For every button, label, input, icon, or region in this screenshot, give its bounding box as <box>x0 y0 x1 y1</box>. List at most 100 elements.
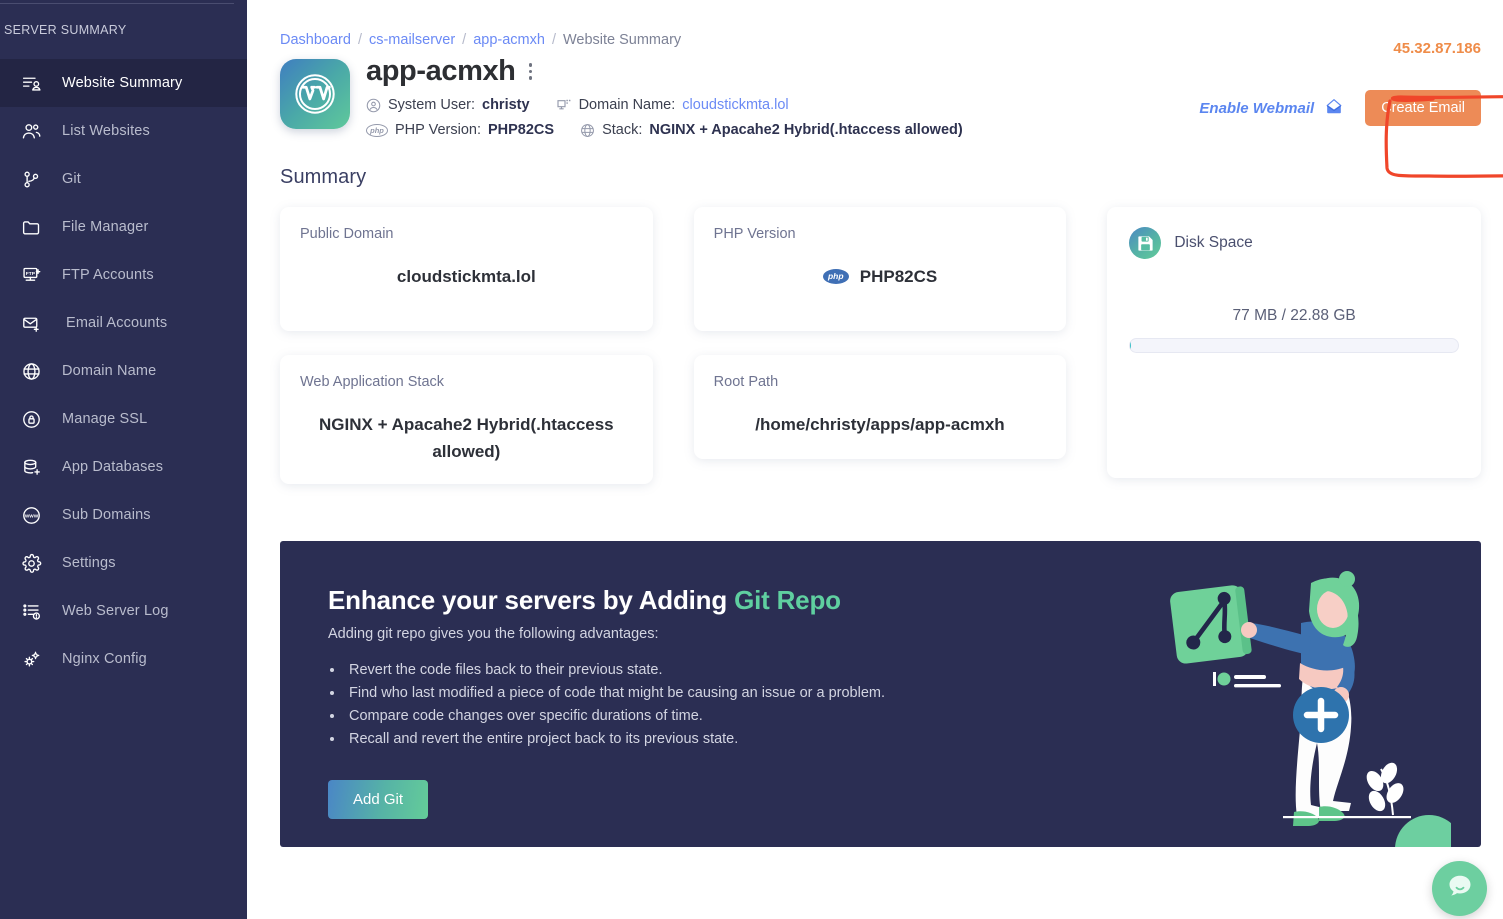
card-value: /home/christy/apps/app-acmxh <box>755 415 1005 434</box>
summary-cards: Public Domain cloudstickmta.lol Web Appl… <box>280 207 1481 484</box>
card-web-application-stack: Web Application Stack NGINX + Apacahe2 H… <box>280 355 653 484</box>
sidebar-item-label: Domain Name <box>62 363 157 379</box>
sidebar-item-sub-domains[interactable]: WWW Sub Domains <box>0 491 247 539</box>
sidebar-item-label: Manage SSL <box>62 411 148 427</box>
meta-label: Domain Name: <box>578 97 676 113</box>
meta-value: NGINX + Apacahe2 Hybrid(.htaccess allowe… <box>649 122 963 138</box>
disk-space-header: Disk Space <box>1129 227 1459 259</box>
sidebar-item-app-databases[interactable]: App Databases <box>0 443 247 491</box>
monitor-icon <box>556 97 572 113</box>
lock-circle-icon <box>0 409 62 430</box>
user-circle-icon <box>366 98 381 113</box>
app-root: SERVER SUMMARY Website Summary List Websi… <box>0 0 1503 919</box>
breadcrumb-separator: / <box>357 32 362 48</box>
breadcrumb-item-2[interactable]: cs-mailserver <box>369 32 455 48</box>
sidebar-item-label: Sub Domains <box>62 507 151 523</box>
disk-usage-text: 77 MB / 22.88 GB <box>1232 307 1356 324</box>
sidebar-item-domain-name[interactable]: Domain Name <box>0 347 247 395</box>
php-icon: php <box>366 123 388 137</box>
meta-value: PHP82CS <box>487 122 555 138</box>
globe-icon <box>580 123 595 138</box>
enable-webmail-button[interactable]: Enable Webmail <box>1193 86 1352 130</box>
breadcrumb-item-4: Website Summary <box>562 32 682 48</box>
breadcrumb-item-3[interactable]: app-acmxh <box>473 32 545 48</box>
meta-label: System User: <box>388 97 476 113</box>
sidebar-item-label: Web Server Log <box>62 603 169 619</box>
summary-title: Summary <box>280 166 367 188</box>
chat-widget-button[interactable] <box>1432 861 1487 916</box>
svg-text:WWW: WWW <box>24 513 38 519</box>
sidebar-heading: SERVER SUMMARY <box>4 23 127 37</box>
card-value: PHP82CS <box>859 267 938 286</box>
sidebar-item-label: Settings <box>62 555 116 571</box>
breadcrumb-separator: / <box>462 32 467 48</box>
meta-domain-name: Domain Name: cloudstickmta.lol <box>556 97 789 113</box>
git-heading-main: Enhance your servers by Adding <box>328 585 728 615</box>
card-value-wrapper: php PHP82CS <box>714 263 1047 290</box>
git-branch-icon <box>0 169 62 190</box>
card-label: PHP Version <box>713 226 796 242</box>
sidebar-item-settings[interactable]: Settings <box>0 539 247 587</box>
meta-stack: Stack: NGINX + Apacahe2 Hybrid(.htaccess… <box>580 122 963 138</box>
domain-name-link[interactable]: cloudstickmta.lol <box>682 97 788 113</box>
sidebar-item-email-accounts[interactable]: Email Accounts <box>0 299 247 347</box>
meta-php-version: php PHP Version: PHP82CS <box>366 122 554 138</box>
sidebar-item-label: File Manager <box>62 219 149 235</box>
meta-value: christy <box>482 97 530 113</box>
www-circle-icon: WWW <box>0 505 62 526</box>
sidebar-item-ftp-accounts[interactable]: FTP FTP Accounts <box>0 251 247 299</box>
gear-icon <box>0 553 62 574</box>
disk-usage-fill <box>1130 339 1132 352</box>
sidebar-item-file-manager[interactable]: File Manager <box>0 203 247 251</box>
disk-icon <box>1129 227 1162 259</box>
disk-space-title: Disk Space <box>1174 234 1253 251</box>
card-root-path: Root Path /home/christy/apps/app-acmxh <box>693 355 1067 459</box>
sidebar-item-list-websites[interactable]: List Websites <box>0 107 247 155</box>
sidebar-item-label: Website Summary <box>62 75 183 91</box>
sidebar: SERVER SUMMARY Website Summary List Websi… <box>0 0 247 919</box>
breadcrumb-item-1[interactable]: Dashboard <box>280 32 351 48</box>
summary-column-left: Public Domain cloudstickmta.lol Web Appl… <box>280 207 653 484</box>
summary-column-middle: PHP Version php PHP82CS Root Path /home/… <box>693 207 1067 459</box>
sidebar-item-git[interactable]: Git <box>0 155 247 203</box>
main-content: Dashboard / cs-mailserver / app-acmxh / Websit… <box>247 0 1503 919</box>
card-disk-space: Disk Space 77 MB / 22.88 GB <box>1107 207 1481 478</box>
create-email-button[interactable]: Create Email <box>1365 90 1481 126</box>
website-summary-icon <box>0 73 62 94</box>
inbox-icon <box>1323 96 1345 120</box>
sidebar-item-manage-ssl[interactable]: Manage SSL <box>0 395 247 443</box>
sidebar-item-web-server-log[interactable]: Web Server Log <box>0 587 247 635</box>
sidebar-item-label: List Websites <box>62 123 150 139</box>
log-list-icon <box>0 601 62 622</box>
sidebar-item-label: App Databases <box>62 459 164 475</box>
breadcrumb: Dashboard / cs-mailserver / app-acmxh / Websit… <box>280 0 1481 48</box>
folder-icon <box>0 217 62 238</box>
card-public-domain: Public Domain cloudstickmta.lol <box>280 207 653 331</box>
sidebar-item-nginx-config[interactable]: Nginx Config <box>0 635 247 683</box>
sidebar-item-label: Nginx Config <box>62 651 147 667</box>
card-label: Web Application Stack <box>300 374 445 390</box>
chat-bubble-icon <box>1446 872 1474 905</box>
meta-row-1: System User: christy Domain Name: clouds… <box>366 97 963 113</box>
breadcrumb-separator: / <box>551 32 556 48</box>
header-actions: Enable Webmail Create Email <box>1193 86 1481 130</box>
disk-usage-bar <box>1129 338 1459 353</box>
git-promo-banner: Enhance your servers by Adding Git Repo … <box>280 541 1481 847</box>
card-value: NGINX + Apacahe2 Hybrid(.htaccess allowe… <box>319 415 614 462</box>
sidebar-nav-list: Website Summary List Websites Git File Mana… <box>0 59 247 683</box>
svg-text:FTP: FTP <box>25 270 35 276</box>
ftp-icon: FTP <box>0 265 62 286</box>
wordpress-icon <box>280 59 350 129</box>
sidebar-item-website-summary[interactable]: Website Summary <box>0 59 247 107</box>
more-vertical-icon[interactable] <box>526 59 536 84</box>
server-ip-address: 45.32.87.186 <box>1393 40 1481 57</box>
card-label: Public Domain <box>300 226 394 242</box>
sidebar-divider <box>0 3 234 4</box>
meta-label: Stack: <box>602 122 643 138</box>
meta-system-user: System User: christy <box>366 97 530 113</box>
enable-webmail-label: Enable Webmail <box>1199 99 1315 117</box>
card-php-version: PHP Version php PHP82CS <box>693 207 1067 331</box>
sidebar-item-label: Email Accounts <box>66 315 168 331</box>
add-git-button[interactable]: Add Git <box>328 780 428 819</box>
meta-row-2: php PHP Version: PHP82CS Stack: NGINX + … <box>366 122 963 138</box>
